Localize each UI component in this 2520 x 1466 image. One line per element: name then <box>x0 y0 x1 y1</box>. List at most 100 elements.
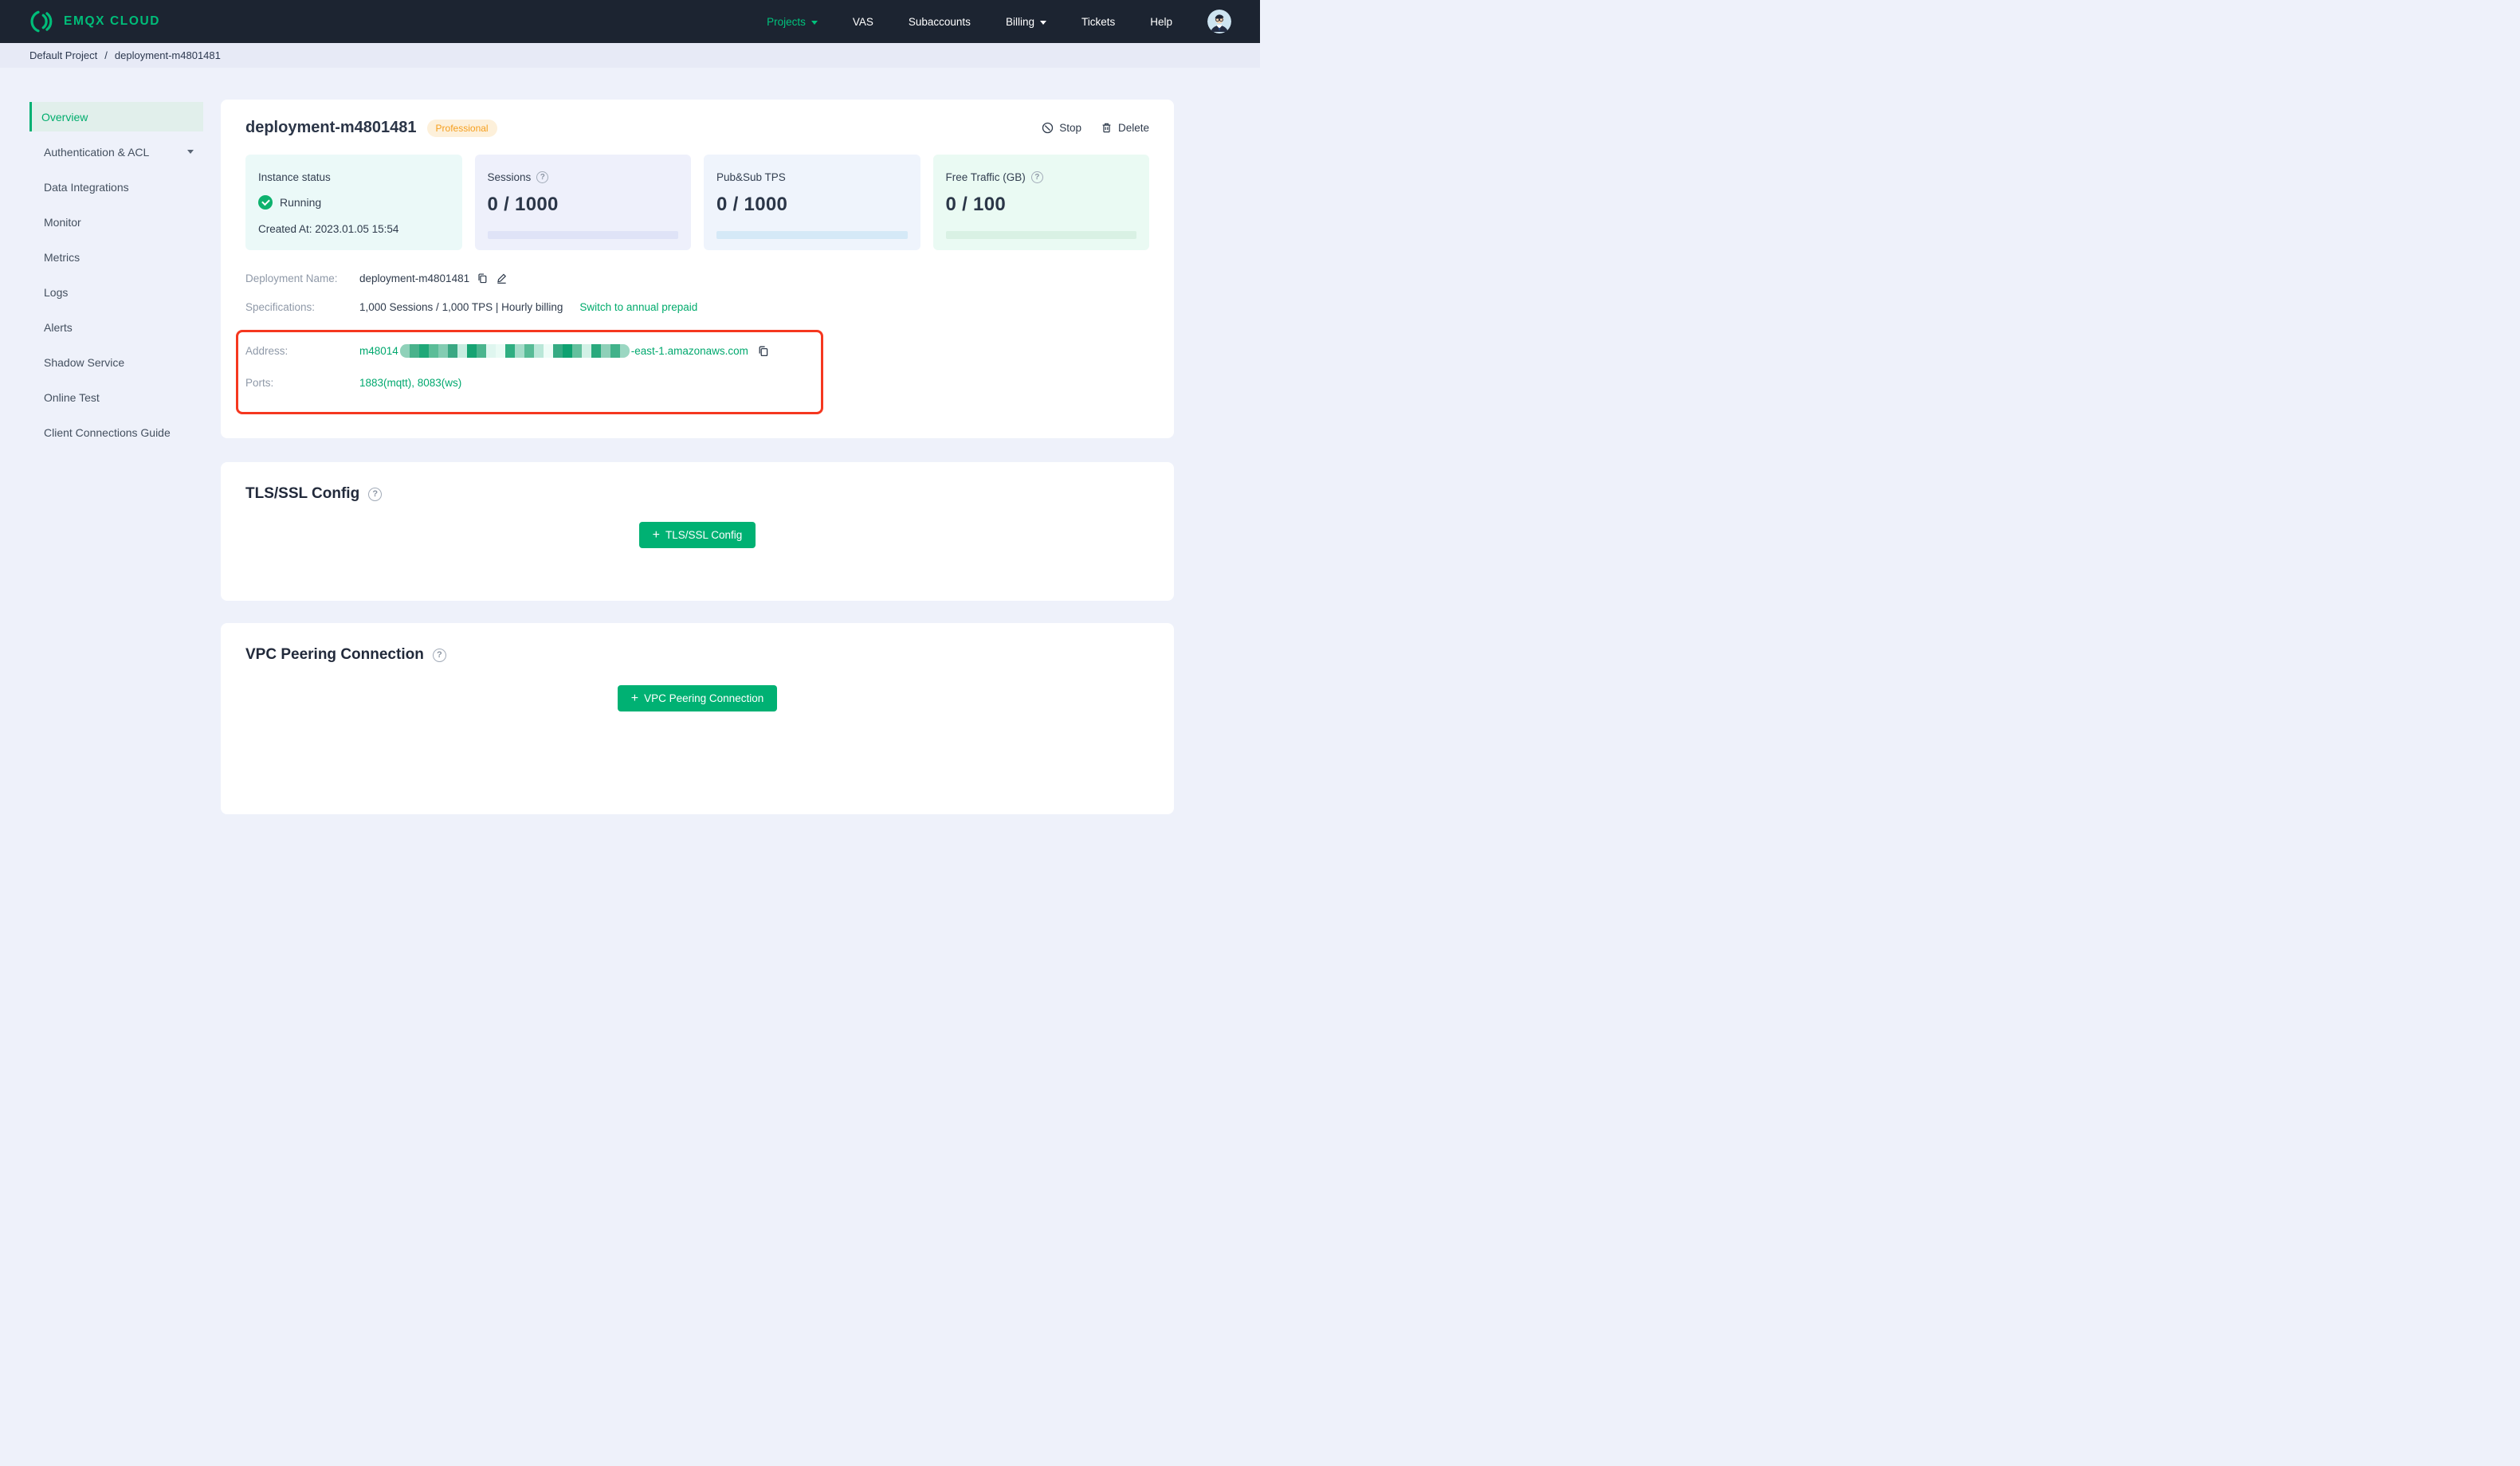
nav-item-vas[interactable]: VAS <box>853 16 873 28</box>
copy-icon <box>478 273 487 284</box>
sidebar: Overview Authentication & ACL Data Integ… <box>0 68 221 733</box>
nav-item-label: Tickets <box>1081 15 1116 28</box>
deployment-name-label: Deployment Name: <box>245 272 338 284</box>
sidebar-item-label: Monitor <box>44 215 81 229</box>
brand-name: EMQX CLOUD <box>64 14 161 28</box>
address-suffix: -east-1.amazonaws.com <box>630 345 748 357</box>
stat-label: Free Traffic (GB) <box>945 171 1026 183</box>
specifications-label: Specifications: <box>245 301 316 313</box>
add-tls-ssl-config-button[interactable]: + TLS/SSL Config <box>638 522 756 548</box>
sidebar-item-label: Online Test <box>44 390 100 404</box>
sidebar-item-shadow-service[interactable]: Shadow Service <box>29 347 203 377</box>
stats-row: Instance status Running Created At: 2023… <box>245 155 1149 250</box>
avatar[interactable] <box>1207 10 1231 33</box>
switch-annual-prepaid-link[interactable]: Switch to annual prepaid <box>579 301 697 313</box>
breadcrumb-project[interactable]: Default Project <box>29 49 97 61</box>
address-mask <box>399 344 630 358</box>
sidebar-item-data-integrations[interactable]: Data Integrations <box>29 172 203 202</box>
sidebar-item-monitor[interactable]: Monitor <box>29 207 203 237</box>
sidebar-item-label: Overview <box>41 110 88 123</box>
stop-button[interactable]: Stop <box>1042 122 1081 134</box>
nav-item-label: Projects <box>767 15 806 28</box>
stat-label: Sessions <box>487 171 532 183</box>
sidebar-item-overview[interactable]: Overview <box>29 102 203 131</box>
chevron-down-icon <box>811 20 818 25</box>
specifications-value: 1,000 Sessions / 1,000 TPS | Hourly bill… <box>359 301 563 313</box>
sidebar-item-authentication-acl[interactable]: Authentication & ACL <box>29 137 203 167</box>
edit-name-button[interactable] <box>496 272 508 284</box>
stop-icon <box>1042 122 1054 134</box>
sidebar-item-label: Logs <box>44 285 69 299</box>
sidebar-item-metrics[interactable]: Metrics <box>29 242 203 272</box>
vpc-section-title: VPC Peering Connection <box>245 646 424 663</box>
help-icon[interactable]: ? <box>368 487 383 501</box>
breadcrumb-separator: / <box>104 49 108 61</box>
copy-icon <box>759 346 768 356</box>
tls-section-title: TLS/SSL Config <box>245 485 360 502</box>
copy-address-button[interactable] <box>757 345 770 358</box>
sidebar-item-label: Metrics <box>44 250 80 264</box>
delete-button[interactable]: Delete <box>1101 122 1149 134</box>
sidebar-item-label: Data Integrations <box>44 180 129 194</box>
vpc-peering-section: VPC Peering Connection ? + VPC Peering C… <box>221 623 1174 814</box>
stat-card-instance-status: Instance status Running Created At: 2023… <box>245 155 462 250</box>
sidebar-item-alerts[interactable]: Alerts <box>29 312 203 342</box>
nav-item-billing[interactable]: Billing <box>1006 16 1046 28</box>
trash-icon <box>1102 123 1111 133</box>
stop-label: Stop <box>1059 122 1081 134</box>
breadcrumb-current: deployment-m4801481 <box>114 49 221 61</box>
add-vpc-peering-button[interactable]: + VPC Peering Connection <box>617 685 778 711</box>
help-icon[interactable]: ? <box>432 648 446 662</box>
sidebar-item-client-connections-guide[interactable]: Client Connections Guide <box>29 417 203 447</box>
deployment-name-value: deployment-m4801481 <box>359 272 470 284</box>
ports-label: Ports: <box>245 377 274 389</box>
sessions-progress-bar <box>487 231 678 239</box>
nav-item-label: Help <box>1150 15 1172 28</box>
status-text: Running <box>280 196 322 209</box>
sidebar-item-label: Shadow Service <box>44 355 125 369</box>
annotation-highlight-box: Address: m48014 -east-1.amazonaws.com Po… <box>236 330 823 414</box>
plan-badge: Professional <box>426 119 497 137</box>
stat-label: Pub&Sub TPS <box>716 171 786 183</box>
tls-ssl-section: TLS/SSL Config ? + TLS/SSL Config <box>221 462 1174 601</box>
emqx-logo-icon <box>30 10 53 33</box>
nav-item-help[interactable]: Help <box>1150 16 1172 28</box>
sidebar-item-label: Client Connections Guide <box>44 425 171 439</box>
chevron-down-icon <box>187 150 194 154</box>
help-icon[interactable]: ? <box>1030 171 1043 183</box>
plus-icon: + <box>630 691 639 705</box>
created-at: Created At: 2023.01.05 15:54 <box>258 223 399 235</box>
nav-item-subaccounts[interactable]: Subaccounts <box>909 16 971 28</box>
stat-value: 0 / 1000 <box>716 194 788 215</box>
traffic-progress-bar <box>945 231 1136 239</box>
address-label: Address: <box>245 345 289 357</box>
main-content: deployment-m4801481 Professional Stop De… <box>221 68 1174 814</box>
stat-value: 0 / 1000 <box>487 194 559 215</box>
nav-item-projects[interactable]: Projects <box>767 16 818 28</box>
sidebar-item-online-test[interactable]: Online Test <box>29 382 203 412</box>
delete-label: Delete <box>1117 122 1149 134</box>
deployment-details: Deployment Name: deployment-m4801481 Spe… <box>236 272 1149 414</box>
nav-item-label: VAS <box>852 15 873 28</box>
chevron-down-icon <box>1039 20 1046 25</box>
nav-item-tickets[interactable]: Tickets <box>1081 16 1115 28</box>
stat-card-free-traffic: Free Traffic (GB) ? 0 / 100 <box>932 155 1149 250</box>
top-navbar: EMQX CLOUD Projects VAS Subaccounts Bill… <box>0 0 1260 43</box>
breadcrumb: Default Project / deployment-m4801481 <box>0 43 1260 68</box>
stat-label: Instance status <box>258 171 331 183</box>
nav-item-label: Subaccounts <box>908 15 971 28</box>
help-icon[interactable]: ? <box>536 171 549 183</box>
avatar-illustration <box>1207 10 1231 33</box>
sidebar-item-label: Alerts <box>44 320 73 334</box>
copy-name-button[interactable] <box>477 272 489 284</box>
check-circle-icon <box>258 195 273 210</box>
stat-value: 0 / 100 <box>945 194 1006 215</box>
brand-logo[interactable]: EMQX CLOUD <box>29 9 160 34</box>
address-prefix: m48014 <box>359 345 398 357</box>
nav-item-label: Billing <box>1005 15 1034 28</box>
page-title: deployment-m4801481 <box>245 119 417 136</box>
plus-icon: + <box>652 527 661 542</box>
sidebar-item-logs[interactable]: Logs <box>29 277 203 307</box>
stat-card-pubsub-tps: Pub&Sub TPS 0 / 1000 <box>704 155 920 250</box>
edit-icon <box>497 273 507 284</box>
